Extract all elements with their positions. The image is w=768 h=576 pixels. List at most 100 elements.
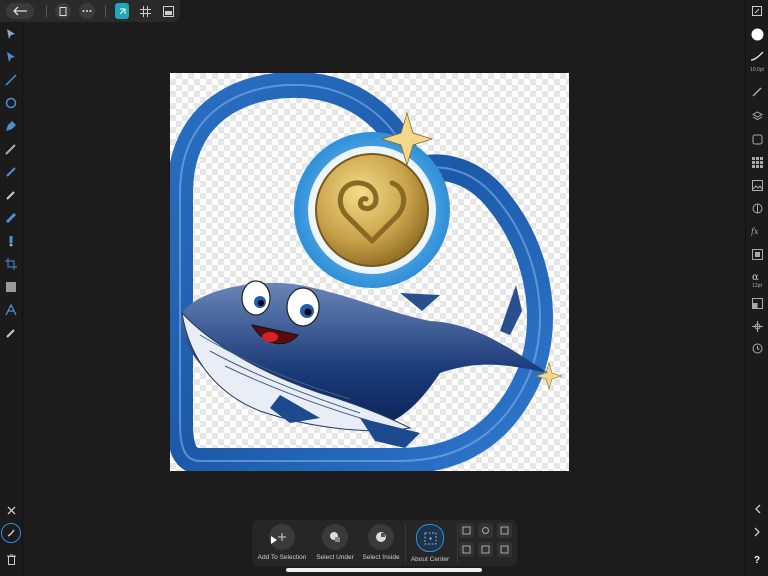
appearance-button[interactable] — [749, 131, 765, 147]
transparency-tool[interactable] — [3, 210, 19, 226]
add-to-selection-button[interactable]: Add To Selection — [255, 524, 309, 561]
hand-icon — [7, 529, 15, 537]
navigator-button[interactable] — [749, 318, 765, 334]
about-center-circle — [416, 524, 444, 552]
svg-text:fx: fx — [751, 227, 759, 236]
align-bottom-right-button[interactable] — [497, 542, 512, 557]
brushes-button[interactable] — [749, 84, 765, 100]
svg-text:α: α — [752, 272, 759, 281]
stroke-button[interactable] — [749, 48, 765, 64]
add-to-selection-label: Add To Selection — [257, 554, 307, 561]
vector-brush-tool[interactable] — [3, 164, 19, 180]
brush-size-label: 10.0pt — [750, 67, 764, 73]
close-tool-button[interactable] — [3, 502, 19, 518]
select-under-icon — [330, 532, 340, 542]
collapse-panel-button[interactable] — [749, 501, 765, 517]
color-circle-icon — [751, 28, 763, 40]
font-size-label: 12pt — [752, 283, 762, 289]
image-icon — [751, 179, 763, 191]
crop-icon — [5, 258, 17, 270]
delete-button[interactable] — [3, 551, 19, 567]
left-tools-panel — [0, 22, 23, 576]
color-picker-tool[interactable] — [3, 325, 19, 341]
top-toolbar — [0, 0, 180, 22]
fx-icon: fx — [751, 227, 759, 236]
command-controller-button[interactable] — [1, 523, 21, 543]
document-icon — [59, 6, 67, 16]
styles-icon — [751, 248, 763, 260]
pixel-grid-icon — [139, 5, 151, 17]
document-canvas[interactable] — [167, 71, 569, 474]
brush-icon — [6, 167, 16, 177]
fill-tool[interactable] — [3, 187, 19, 203]
color-swatch[interactable] — [749, 26, 765, 42]
history-clock-icon — [752, 343, 762, 353]
expand-panel-button[interactable] — [749, 524, 765, 540]
align-icon — [481, 545, 490, 554]
node-tool[interactable] — [3, 49, 19, 65]
text-style-button[interactable]: α — [749, 268, 765, 284]
persona-designer-button[interactable] — [115, 3, 129, 19]
align-bottom-left-button[interactable] — [459, 542, 474, 557]
right-studio-panel: 10.0pt fx α 12pt ? — [745, 0, 768, 576]
adjustment-icon — [752, 203, 762, 213]
ellipsis-icon — [82, 10, 92, 12]
align-bottom-center-button[interactable] — [478, 542, 493, 557]
styles-button[interactable] — [749, 246, 765, 262]
swatches-grid-icon — [751, 156, 763, 168]
select-inside-circle — [368, 524, 394, 550]
appearance-icon — [752, 134, 762, 144]
brush-tip-icon — [9, 236, 13, 247]
play-triangle-icon — [271, 536, 277, 544]
grid-persona-button[interactable] — [138, 3, 152, 19]
layers-icon — [751, 110, 763, 120]
select-under-circle — [322, 524, 348, 550]
point-transform-tool[interactable] — [3, 95, 19, 111]
swatches-button[interactable] — [749, 154, 765, 170]
pen-icon — [6, 121, 16, 131]
gold-coin — [315, 153, 429, 267]
place-tool[interactable] — [3, 233, 19, 249]
chevron-left-icon — [754, 504, 760, 514]
transform-button[interactable] — [749, 295, 765, 311]
help-button[interactable]: ? — [749, 552, 765, 568]
about-center-button[interactable]: About Center — [403, 524, 457, 563]
context-more-button[interactable] — [271, 536, 277, 546]
select-inside-button[interactable]: Select Inside — [354, 524, 408, 561]
artistic-text-tool[interactable] — [3, 302, 19, 318]
plus-icon — [278, 533, 286, 541]
close-icon — [7, 506, 15, 514]
layers-button[interactable] — [749, 108, 765, 124]
back-button[interactable] — [6, 3, 34, 19]
transform-icon — [751, 297, 763, 309]
history-button[interactable] — [749, 340, 765, 356]
trash-icon — [6, 553, 16, 565]
export-persona-button[interactable] — [161, 3, 175, 19]
context-toolbar: Add To Selection Select Under Select Ins… — [252, 520, 517, 566]
align-top-left-button[interactable] — [459, 523, 474, 538]
corner-tool[interactable] — [3, 72, 19, 88]
move-tool[interactable] — [3, 26, 19, 42]
align-icon — [462, 526, 471, 535]
gradient-icon — [5, 212, 17, 224]
artwork — [167, 71, 564, 474]
pencil-icon — [5, 144, 16, 155]
fullscreen-button[interactable] — [749, 3, 765, 19]
effects-button[interactable]: fx — [749, 223, 765, 239]
pencil-tool[interactable] — [3, 141, 19, 157]
corner-icon — [5, 74, 17, 86]
separator — [105, 5, 106, 17]
alpha-icon: α — [752, 272, 759, 281]
pen-tool[interactable] — [3, 118, 19, 134]
rectangle-tool[interactable] — [3, 279, 19, 295]
align-top-right-button[interactable] — [497, 523, 512, 538]
home-indicator[interactable] — [286, 568, 482, 572]
stock-button[interactable] — [749, 177, 765, 193]
stroke-icon — [750, 51, 764, 61]
align-top-center-button[interactable] — [478, 523, 493, 538]
more-button[interactable] — [79, 3, 95, 19]
crop-tool[interactable] — [3, 256, 19, 272]
document-button[interactable] — [55, 3, 71, 19]
rectangle-icon — [6, 282, 16, 292]
adjustments-button[interactable] — [749, 200, 765, 216]
